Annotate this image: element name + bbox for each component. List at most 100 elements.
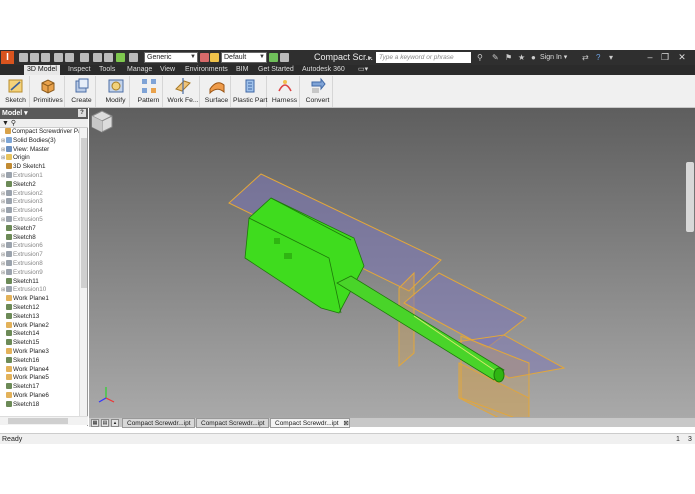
- tree-item[interactable]: ⊞ Extrusion6: [0, 242, 79, 251]
- tab-menu-icon[interactable]: ▴: [111, 419, 119, 427]
- tree-item[interactable]: Work Plane1: [0, 295, 79, 304]
- pattern-button[interactable]: Pattern: [135, 76, 163, 107]
- tree-item[interactable]: ⊞ Origin: [0, 154, 79, 163]
- new-file-icon[interactable]: [19, 53, 28, 62]
- browser-vertical-scrollbar[interactable]: [79, 128, 87, 416]
- tree-item[interactable]: Sketch2: [0, 180, 79, 190]
- cascade-icon[interactable]: ▤: [101, 419, 109, 427]
- tree-item[interactable]: ⊞ Extrusion8: [0, 259, 79, 269]
- appearance-icon[interactable]: [210, 53, 219, 62]
- close-tab-icon[interactable]: ⊠: [343, 420, 348, 427]
- favorites-icon[interactable]: ★: [518, 52, 525, 63]
- create-button[interactable]: Create: [68, 76, 96, 107]
- sign-in-button[interactable]: Sign In ▾: [540, 52, 567, 63]
- material-icon[interactable]: [200, 53, 209, 62]
- tree-item[interactable]: Sketch13: [0, 312, 79, 322]
- document-tab[interactable]: Compact Screwdr...ipt: [196, 418, 269, 428]
- harness-button[interactable]: Harness: [270, 76, 300, 107]
- tab-manage[interactable]: Manage: [124, 65, 155, 75]
- tab-autodesk-360[interactable]: Autodesk 360: [299, 65, 348, 75]
- subscription-icon[interactable]: ✎: [492, 52, 499, 63]
- help-menu-chevron-icon[interactable]: ▾: [609, 52, 613, 63]
- tab-view[interactable]: View: [157, 65, 178, 75]
- search-input[interactable]: Type a keyword or phrase: [376, 52, 471, 63]
- plastic-part-button[interactable]: Plastic Part: [233, 76, 267, 107]
- tab-tools[interactable]: Tools: [96, 65, 118, 75]
- color-override-icon[interactable]: [129, 53, 138, 62]
- tab-3d-model[interactable]: 3D Model: [24, 65, 60, 75]
- tab-environments[interactable]: Environments: [182, 65, 231, 75]
- document-tab-active[interactable]: Compact Screwdr...ipt ⊠: [270, 418, 350, 428]
- convert-button[interactable]: Convert: [303, 76, 333, 107]
- sketch-button[interactable]: Sketch: [2, 76, 30, 107]
- restore-icon[interactable]: ❐: [658, 51, 672, 64]
- appearance-combo[interactable]: Generic ▼: [144, 52, 198, 63]
- tree-item[interactable]: ⊞ Extrusion5: [0, 215, 79, 225]
- scrollbar-thumb[interactable]: [8, 418, 68, 424]
- return-icon[interactable]: [116, 53, 125, 62]
- tree-item[interactable]: Sketch18: [0, 400, 79, 410]
- primitives-button[interactable]: Primitives: [32, 76, 65, 107]
- model-view[interactable]: [89, 108, 695, 417]
- tree-item[interactable]: Compact Screwdriver Part1: [0, 128, 79, 137]
- tab-inspect[interactable]: Inspect: [65, 65, 94, 75]
- tree-item[interactable]: ⊞ Extrusion9: [0, 268, 79, 278]
- style-combo[interactable]: Default ▼: [221, 52, 267, 63]
- exchange-icon[interactable]: ⇄: [582, 52, 589, 63]
- find-icon[interactable]: ⚲: [11, 120, 16, 127]
- filter-icon[interactable]: ▼: [2, 120, 9, 127]
- tree-item[interactable]: ⊞ Solid Bodies(3): [0, 136, 79, 146]
- tree-item[interactable]: ⊞ Extrusion2: [0, 189, 79, 199]
- tree-item[interactable]: Work Plane4: [0, 365, 79, 375]
- tree-item[interactable]: 3D Sketch1: [0, 163, 79, 172]
- tree-item[interactable]: Sketch7: [0, 224, 79, 234]
- tree-item[interactable]: ⊞ Extrusion10: [0, 286, 79, 295]
- tree-item[interactable]: Sketch8: [0, 233, 79, 243]
- tree-item[interactable]: ⊞ View: Master: [0, 145, 79, 155]
- update-icon[interactable]: [104, 53, 113, 62]
- clear-override-icon[interactable]: [269, 53, 278, 62]
- minimize-icon[interactable]: –: [643, 51, 657, 64]
- browser-horizontal-scrollbar[interactable]: [0, 416, 88, 425]
- scrollbar-thumb[interactable]: [81, 138, 87, 288]
- tree-item[interactable]: Work Plane6: [0, 391, 79, 401]
- tree-item[interactable]: Work Plane2: [0, 321, 79, 331]
- tree-item[interactable]: ⊞ Extrusion1: [0, 171, 79, 181]
- tile-icon[interactable]: ▦: [91, 419, 99, 427]
- tree-item[interactable]: Sketch11: [0, 277, 79, 287]
- tree-item[interactable]: Sketch14: [0, 330, 79, 339]
- tree-item[interactable]: Sketch15: [0, 339, 79, 348]
- navigation-bar[interactable]: [686, 162, 694, 232]
- tree-item[interactable]: Work Plane5: [0, 374, 79, 383]
- close-icon[interactable]: ✕: [675, 51, 689, 64]
- tree-item[interactable]: ⊞ Extrusion7: [0, 251, 79, 260]
- binoculars-icon[interactable]: ⚲: [477, 52, 483, 63]
- customize-qat-icon[interactable]: [280, 53, 289, 62]
- open-file-icon[interactable]: [30, 53, 39, 62]
- browser-title[interactable]: Model: [2, 110, 22, 117]
- expand-search-icon[interactable]: ▸: [368, 52, 372, 63]
- save-icon[interactable]: [41, 53, 50, 62]
- app-logo-icon[interactable]: I: [1, 51, 14, 64]
- tree-item[interactable]: Sketch16: [0, 356, 79, 366]
- tree-item[interactable]: ⊞ Extrusion3: [0, 198, 79, 207]
- tree-item[interactable]: ⊞ Extrusion4: [0, 207, 79, 216]
- tab-get-started[interactable]: Get Started: [255, 65, 297, 75]
- tree-item[interactable]: Sketch17: [0, 383, 79, 392]
- surface-button[interactable]: Surface: [203, 76, 231, 107]
- graphics-viewport[interactable]: [89, 108, 695, 417]
- select-icon[interactable]: [93, 53, 102, 62]
- tree-item[interactable]: Work Plane3: [0, 347, 79, 357]
- undo-icon[interactable]: [54, 53, 63, 62]
- redo-icon[interactable]: [65, 53, 74, 62]
- measure-icon[interactable]: [80, 53, 89, 62]
- document-tab[interactable]: Compact Screwdr...ipt: [122, 418, 195, 428]
- tab-bim[interactable]: BIM: [233, 65, 251, 75]
- ribbon-minimize-icon[interactable]: ▭▾: [356, 65, 370, 75]
- view-cube-icon[interactable]: [89, 108, 115, 134]
- help-icon[interactable]: ?: [596, 52, 600, 63]
- communication-icon[interactable]: ⚑: [505, 52, 512, 63]
- tree-item[interactable]: Sketch12: [0, 303, 79, 313]
- work-features-button[interactable]: Work Fe...: [167, 76, 200, 107]
- browser-help-icon[interactable]: ?: [78, 109, 86, 117]
